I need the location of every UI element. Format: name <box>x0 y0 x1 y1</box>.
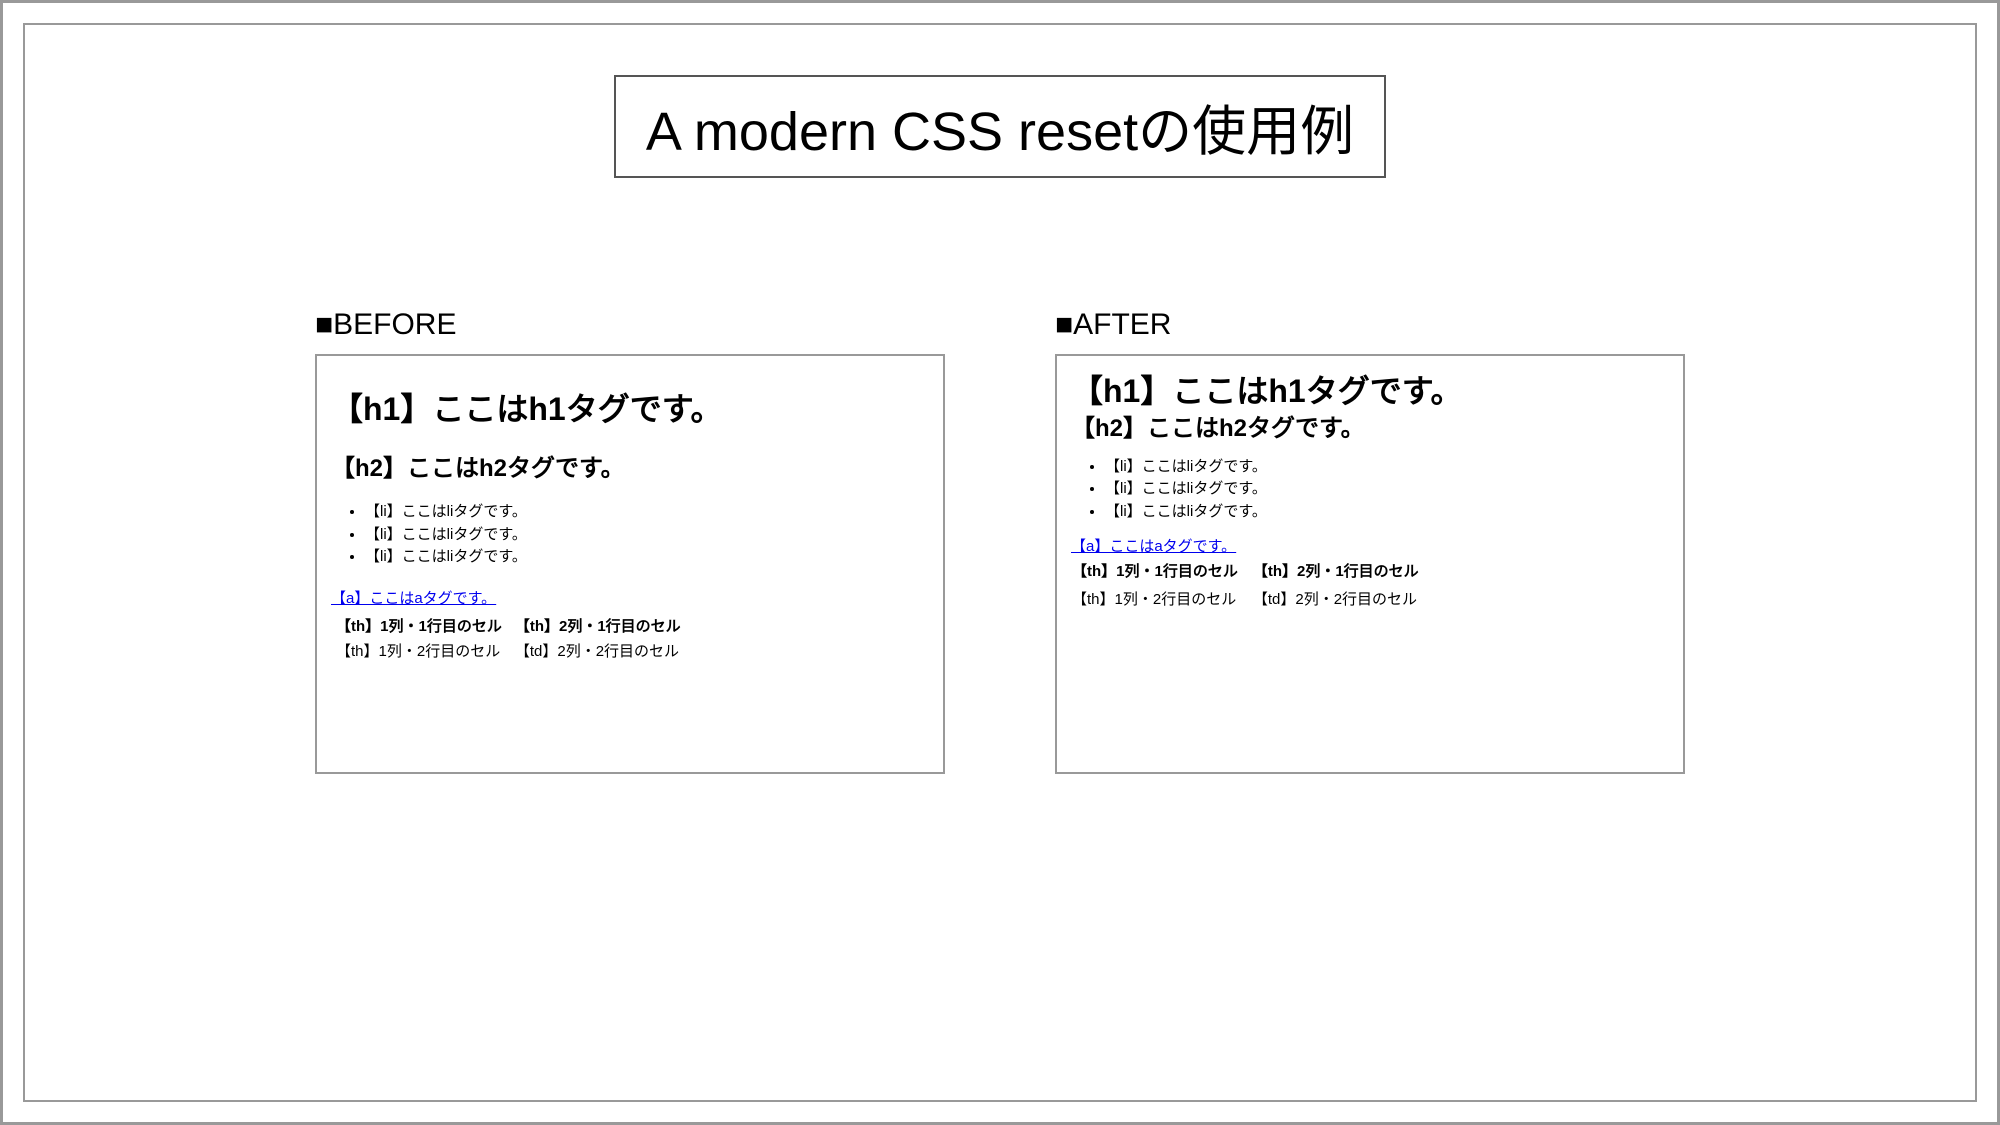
after-list: 【li】ここはliタグです。 【li】ここはliタグです。 【li】ここはliタ… <box>1071 456 1669 524</box>
after-label: ■AFTER <box>1055 308 1685 342</box>
list-item: 【li】ここはliタグです。 <box>1105 456 1669 479</box>
list-item: 【li】ここはliタグです。 <box>365 501 929 524</box>
table-cell: 【th】1列・2行目のセル <box>335 639 510 662</box>
list-item: 【li】ここはliタグです。 <box>365 524 929 547</box>
before-link[interactable]: 【a】ここはaタグです。 <box>331 587 496 608</box>
inner-frame: A modern CSS resetの使用例 ■BEFORE 【h1】ここはh1… <box>23 23 1977 1102</box>
page-title: A modern CSS resetの使用例 <box>614 75 1386 178</box>
before-h1: 【h1】ここはh1タグです。 <box>331 384 929 430</box>
after-h1: 【h1】ここはh1タグです。 <box>1071 370 1669 413</box>
table-cell: 【th】1列・2行目のセル <box>1071 586 1252 614</box>
table-header-cell: 【th】2列・1行目のセル <box>514 614 689 637</box>
after-column: ■AFTER 【h1】ここはh1タグです。 【h2】ここはh2タグです。 【li… <box>1055 308 1685 774</box>
after-link[interactable]: 【a】ここはaタグです。 <box>1071 535 1236 556</box>
table-cell: 【td】2列・2行目のセル <box>1252 586 1433 614</box>
after-panel: 【h1】ここはh1タグです。 【h2】ここはh2タグです。 【li】ここはliタ… <box>1055 354 1685 774</box>
outer-frame: A modern CSS resetの使用例 ■BEFORE 【h1】ここはh1… <box>0 0 2000 1125</box>
table-row: 【th】1列・1行目のセル 【th】2列・1行目のセル <box>1071 558 1433 586</box>
columns-container: ■BEFORE 【h1】ここはh1タグです。 【h2】ここはh2タグです。 【l… <box>105 308 1895 774</box>
before-column: ■BEFORE 【h1】ここはh1タグです。 【h2】ここはh2タグです。 【l… <box>315 308 945 774</box>
table-header-cell: 【th】2列・1行目のセル <box>1252 558 1433 586</box>
before-list: 【li】ここはliタグです。 【li】ここはliタグです。 【li】ここはliタ… <box>331 501 929 569</box>
before-h2: 【h2】ここはh2タグです。 <box>331 448 929 483</box>
list-item: 【li】ここはliタグです。 <box>365 546 929 569</box>
after-h2: 【h2】ここはh2タグです。 <box>1071 413 1669 445</box>
table-row: 【th】1列・2行目のセル 【td】2列・2行目のセル <box>1071 586 1433 614</box>
before-table: 【th】1列・1行目のセル 【th】2列・1行目のセル 【th】1列・2行目のセ… <box>331 612 693 664</box>
table-header-cell: 【th】1列・1行目のセル <box>335 614 510 637</box>
table-cell: 【td】2列・2行目のセル <box>514 639 689 662</box>
before-panel: 【h1】ここはh1タグです。 【h2】ここはh2タグです。 【li】ここはliタ… <box>315 354 945 774</box>
before-label: ■BEFORE <box>315 308 945 342</box>
after-table: 【th】1列・1行目のセル 【th】2列・1行目のセル 【th】1列・2行目のセ… <box>1071 558 1433 613</box>
table-row: 【th】1列・2行目のセル 【td】2列・2行目のセル <box>335 639 689 662</box>
table-row: 【th】1列・1行目のセル 【th】2列・1行目のセル <box>335 614 689 637</box>
table-header-cell: 【th】1列・1行目のセル <box>1071 558 1252 586</box>
list-item: 【li】ここはliタグです。 <box>1105 478 1669 501</box>
list-item: 【li】ここはliタグです。 <box>1105 501 1669 524</box>
